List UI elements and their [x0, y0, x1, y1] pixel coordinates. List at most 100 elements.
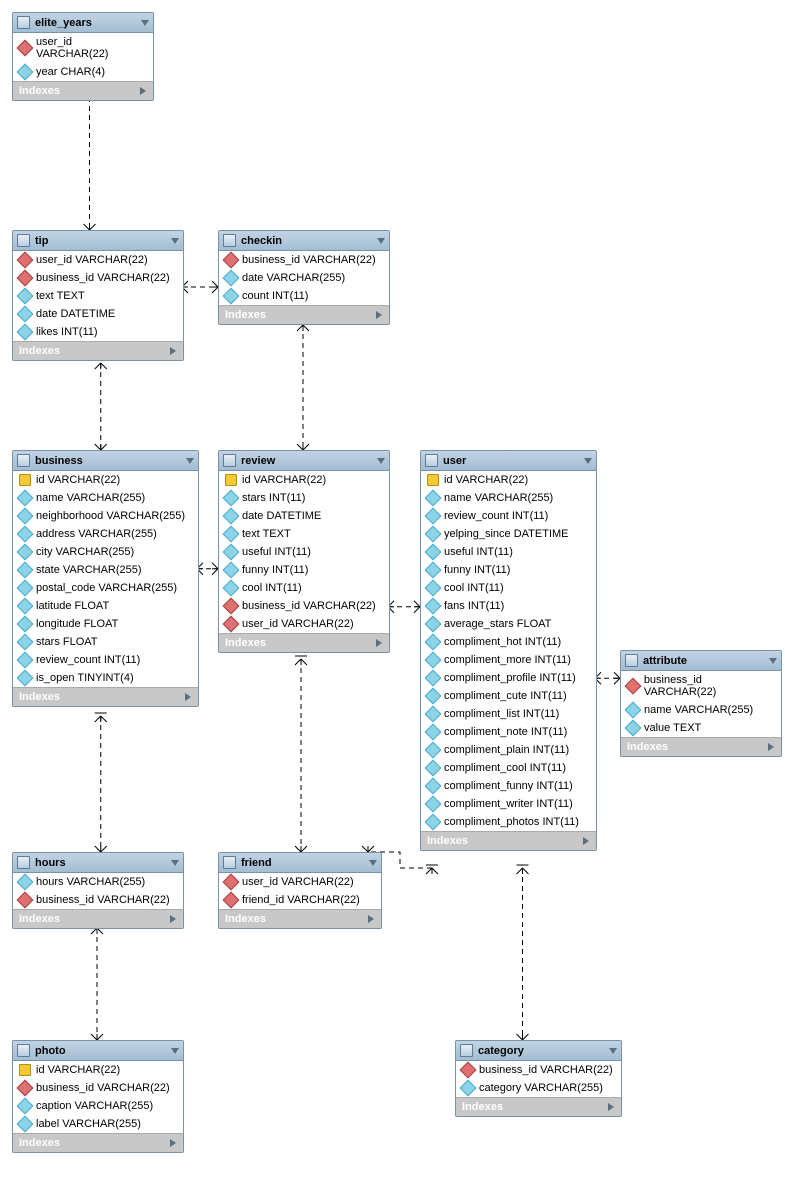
- column-row[interactable]: text TEXT: [13, 287, 183, 305]
- column-row[interactable]: review_count INT(11): [421, 507, 596, 525]
- indexes-row[interactable]: Indexes: [219, 305, 389, 324]
- column-row[interactable]: stars INT(11): [219, 489, 389, 507]
- column-row[interactable]: user_id VARCHAR(22): [219, 873, 381, 891]
- column-row[interactable]: label VARCHAR(255): [13, 1115, 183, 1133]
- column-row[interactable]: user_id VARCHAR(22): [219, 615, 389, 633]
- table-header[interactable]: attribute: [621, 651, 781, 671]
- column-row[interactable]: id VARCHAR(22): [13, 1061, 183, 1079]
- column-row[interactable]: latitude FLOAT: [13, 597, 198, 615]
- column-row[interactable]: id VARCHAR(22): [219, 471, 389, 489]
- column-row[interactable]: compliment_hot INT(11): [421, 633, 596, 651]
- indexes-row[interactable]: Indexes: [421, 831, 596, 850]
- indexes-row[interactable]: Indexes: [13, 909, 183, 928]
- column-row[interactable]: name VARCHAR(255): [621, 701, 781, 719]
- column-row[interactable]: compliment_photos INT(11): [421, 813, 596, 831]
- column-row[interactable]: count INT(11): [219, 287, 389, 305]
- indexes-row[interactable]: Indexes: [456, 1097, 621, 1116]
- table-header[interactable]: checkin: [219, 231, 389, 251]
- table-attribute[interactable]: attributebusiness_id VARCHAR(22)name VAR…: [620, 650, 782, 757]
- column-row[interactable]: compliment_funny INT(11): [421, 777, 596, 795]
- table-checkin[interactable]: checkinbusiness_id VARCHAR(22)date VARCH…: [218, 230, 390, 325]
- column-row[interactable]: id VARCHAR(22): [421, 471, 596, 489]
- column-row[interactable]: postal_code VARCHAR(255): [13, 579, 198, 597]
- table-header[interactable]: business: [13, 451, 198, 471]
- column-row[interactable]: review_count INT(11): [13, 651, 198, 669]
- column-row[interactable]: useful INT(11): [219, 543, 389, 561]
- column-row[interactable]: hours VARCHAR(255): [13, 873, 183, 891]
- table-review[interactable]: reviewid VARCHAR(22)stars INT(11)date DA…: [218, 450, 390, 653]
- column-row[interactable]: city VARCHAR(255): [13, 543, 198, 561]
- column-row[interactable]: name VARCHAR(255): [421, 489, 596, 507]
- column-row[interactable]: compliment_plain INT(11): [421, 741, 596, 759]
- column-row[interactable]: date VARCHAR(255): [219, 269, 389, 287]
- column-row[interactable]: stars FLOAT: [13, 633, 198, 651]
- table-header[interactable]: photo: [13, 1041, 183, 1061]
- indexes-row[interactable]: Indexes: [621, 737, 781, 756]
- table-friend[interactable]: frienduser_id VARCHAR(22)friend_id VARCH…: [218, 852, 382, 929]
- indexes-row[interactable]: Indexes: [219, 909, 381, 928]
- column-row[interactable]: business_id VARCHAR(22): [219, 251, 389, 269]
- table-header[interactable]: user: [421, 451, 596, 471]
- table-header[interactable]: friend: [219, 853, 381, 873]
- table-category[interactable]: categorybusiness_id VARCHAR(22)category …: [455, 1040, 622, 1117]
- column-row[interactable]: user_id VARCHAR(22): [13, 33, 153, 63]
- column-row[interactable]: category VARCHAR(255): [456, 1079, 621, 1097]
- column-row[interactable]: funny INT(11): [219, 561, 389, 579]
- column-row[interactable]: state VARCHAR(255): [13, 561, 198, 579]
- column-row[interactable]: is_open TINYINT(4): [13, 669, 198, 687]
- column-row[interactable]: value TEXT: [621, 719, 781, 737]
- column-row[interactable]: friend_id VARCHAR(22): [219, 891, 381, 909]
- column-row[interactable]: compliment_writer INT(11): [421, 795, 596, 813]
- column-row[interactable]: business_id VARCHAR(22): [13, 1079, 183, 1097]
- table-header[interactable]: elite_years: [13, 13, 153, 33]
- column-row[interactable]: cool INT(11): [219, 579, 389, 597]
- column-row[interactable]: funny INT(11): [421, 561, 596, 579]
- column-row[interactable]: date DATETIME: [219, 507, 389, 525]
- indexes-row[interactable]: Indexes: [13, 1133, 183, 1152]
- table-user[interactable]: userid VARCHAR(22)name VARCHAR(255)revie…: [420, 450, 597, 851]
- column-row[interactable]: address VARCHAR(255): [13, 525, 198, 543]
- table-business[interactable]: businessid VARCHAR(22)name VARCHAR(255)n…: [12, 450, 199, 707]
- table-hours[interactable]: hourshours VARCHAR(255)business_id VARCH…: [12, 852, 184, 929]
- column-row[interactable]: text TEXT: [219, 525, 389, 543]
- column-row[interactable]: neighborhood VARCHAR(255): [13, 507, 198, 525]
- column-row[interactable]: business_id VARCHAR(22): [621, 671, 781, 701]
- table-header[interactable]: tip: [13, 231, 183, 251]
- table-photo[interactable]: photoid VARCHAR(22)business_id VARCHAR(2…: [12, 1040, 184, 1153]
- column-row[interactable]: compliment_note INT(11): [421, 723, 596, 741]
- table-header[interactable]: review: [219, 451, 389, 471]
- table-header[interactable]: category: [456, 1041, 621, 1061]
- column-row[interactable]: caption VARCHAR(255): [13, 1097, 183, 1115]
- column-row[interactable]: business_id VARCHAR(22): [13, 269, 183, 287]
- table-tip[interactable]: tipuser_id VARCHAR(22)business_id VARCHA…: [12, 230, 184, 361]
- column-row[interactable]: id VARCHAR(22): [13, 471, 198, 489]
- column-row[interactable]: compliment_cute INT(11): [421, 687, 596, 705]
- column-row[interactable]: likes INT(11): [13, 323, 183, 341]
- table-header[interactable]: hours: [13, 853, 183, 873]
- column-row[interactable]: useful INT(11): [421, 543, 596, 561]
- column-label: label VARCHAR(255): [36, 1118, 141, 1130]
- column-row[interactable]: compliment_list INT(11): [421, 705, 596, 723]
- indexes-row[interactable]: Indexes: [13, 341, 183, 360]
- column-row[interactable]: compliment_more INT(11): [421, 651, 596, 669]
- column-row[interactable]: year CHAR(4): [13, 63, 153, 81]
- column-row[interactable]: fans INT(11): [421, 597, 596, 615]
- column-row[interactable]: business_id VARCHAR(22): [456, 1061, 621, 1079]
- column-row[interactable]: business_id VARCHAR(22): [13, 891, 183, 909]
- column-row[interactable]: business_id VARCHAR(22): [219, 597, 389, 615]
- column-row[interactable]: name VARCHAR(255): [13, 489, 198, 507]
- indexes-row[interactable]: Indexes: [13, 81, 153, 100]
- indexes-row[interactable]: Indexes: [13, 687, 198, 706]
- column-row[interactable]: cool INT(11): [421, 579, 596, 597]
- column-row[interactable]: yelping_since DATETIME: [421, 525, 596, 543]
- indexes-row[interactable]: Indexes: [219, 633, 389, 652]
- column-row[interactable]: user_id VARCHAR(22): [13, 251, 183, 269]
- column-row[interactable]: compliment_cool INT(11): [421, 759, 596, 777]
- column-row[interactable]: longitude FLOAT: [13, 615, 198, 633]
- chevron-right-icon: [608, 1103, 614, 1111]
- chevron-down-icon: [171, 860, 179, 866]
- column-row[interactable]: date DATETIME: [13, 305, 183, 323]
- table-elite_years[interactable]: elite_yearsuser_id VARCHAR(22)year CHAR(…: [12, 12, 154, 101]
- column-row[interactable]: average_stars FLOAT: [421, 615, 596, 633]
- column-row[interactable]: compliment_profile INT(11): [421, 669, 596, 687]
